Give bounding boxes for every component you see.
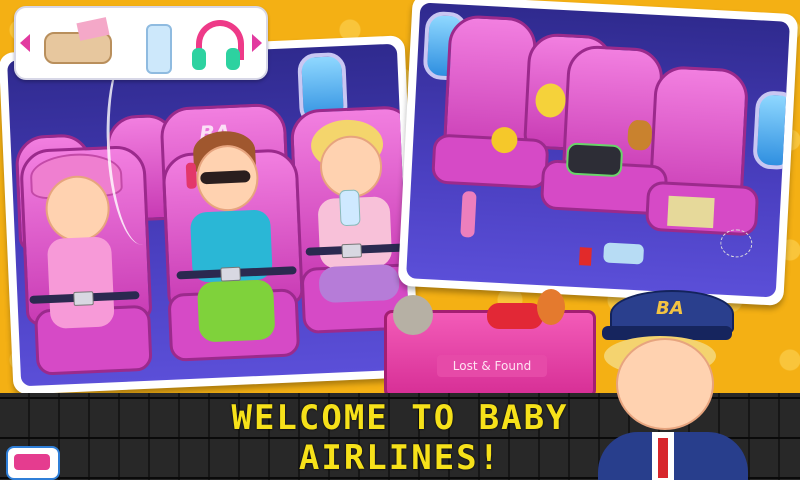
seat-cushion bbox=[431, 133, 550, 190]
pilot-tie bbox=[658, 438, 668, 478]
teddy-bear-toy[interactable] bbox=[627, 119, 653, 151]
belt-buckle[interactable] bbox=[220, 266, 241, 282]
cabin-window bbox=[752, 90, 790, 171]
red-toy-car[interactable] bbox=[487, 303, 543, 329]
baby-bottle[interactable] bbox=[339, 189, 361, 227]
baby-girl-bottle[interactable] bbox=[305, 117, 411, 311]
baby-pants bbox=[196, 279, 276, 343]
headphones bbox=[185, 162, 197, 189]
doll-toy[interactable] bbox=[460, 190, 477, 238]
pilot-cap-logo: BA bbox=[656, 298, 684, 319]
seated-babies-panel: BA bbox=[0, 35, 420, 395]
lost-and-found-label: Lost & Found bbox=[437, 355, 547, 377]
crumpled-paper-trash[interactable] bbox=[667, 195, 715, 229]
water-bottle-icon[interactable] bbox=[138, 14, 174, 74]
pilot-head bbox=[616, 338, 714, 430]
belt-buckle[interactable] bbox=[341, 243, 362, 259]
toolbar-prev-arrow[interactable] bbox=[20, 34, 30, 52]
baby-boy-sunglasses[interactable] bbox=[176, 129, 297, 354]
cobweb[interactable] bbox=[719, 228, 754, 259]
sheep-toy[interactable] bbox=[393, 295, 433, 335]
toolbar-next-arrow[interactable] bbox=[252, 34, 262, 52]
toy-car[interactable] bbox=[565, 142, 624, 178]
doll-toy[interactable] bbox=[537, 289, 565, 325]
cup-trash[interactable] bbox=[578, 247, 592, 266]
snack-bag-icon[interactable] bbox=[38, 14, 116, 70]
logo-mark-icon bbox=[14, 454, 50, 470]
pilot-baby[interactable]: BA bbox=[588, 282, 788, 480]
cabin-scene-left: BA bbox=[7, 43, 411, 387]
lost-and-found-box[interactable]: Lost & Found bbox=[384, 289, 596, 398]
baby-skirt bbox=[318, 263, 400, 304]
baby-dress bbox=[46, 236, 115, 330]
messy-cabin-panel bbox=[397, 0, 799, 306]
sunglasses bbox=[200, 170, 251, 185]
headphones-icon[interactable] bbox=[192, 14, 244, 70]
developer-logo[interactable] bbox=[6, 446, 60, 480]
belt-buckle[interactable] bbox=[73, 291, 94, 306]
cabin-scene-right bbox=[406, 2, 790, 298]
item-toolbar bbox=[14, 6, 268, 80]
bottle-trash[interactable] bbox=[603, 242, 645, 265]
